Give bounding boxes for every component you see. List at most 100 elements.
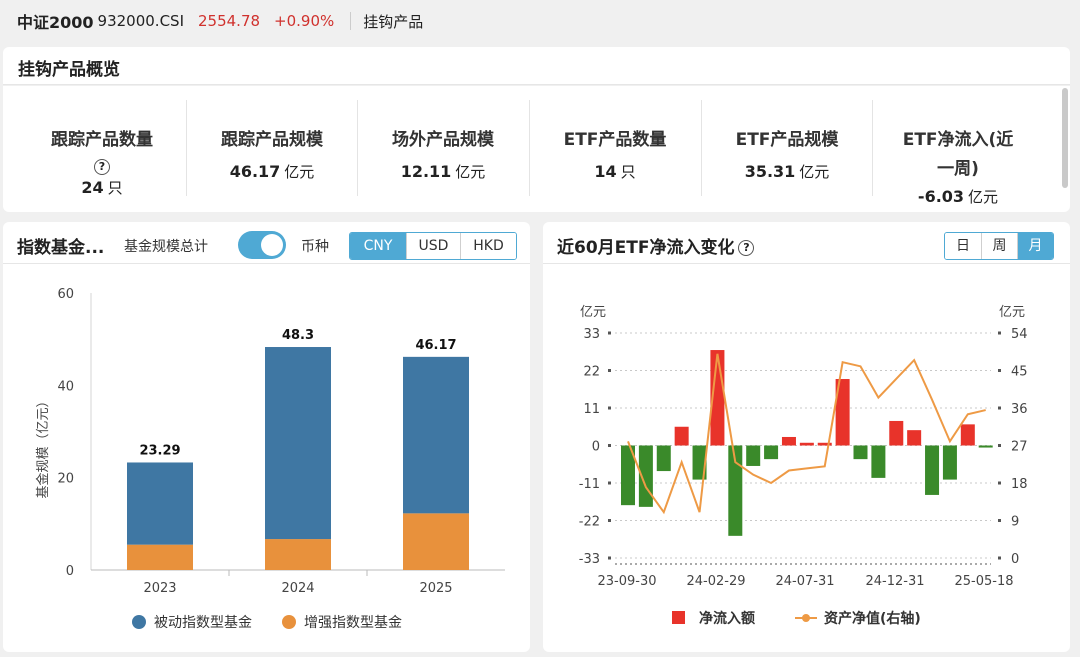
left-tick-marker — [608, 556, 611, 560]
left-tick-marker — [608, 406, 611, 410]
linked-products-tab[interactable]: 挂钩产品 — [363, 11, 423, 32]
total-size-toggle[interactable] — [238, 231, 286, 259]
net-inflow-bar — [960, 424, 975, 446]
right-y-tick-label: 9 — [1011, 515, 1019, 530]
total-size-label: 基金规模总计 — [124, 239, 208, 255]
legend-inflow-label: 净流入额 — [699, 610, 755, 627]
stat-tracking-size: 跟踪产品规模 46.17 亿元 — [187, 100, 357, 210]
x-tick-label: 24-07-31 — [775, 574, 834, 589]
overview-scrollbar[interactable] — [1062, 88, 1068, 188]
stat-tracking-count: 跟踪产品数量 ? 24 只 — [18, 100, 186, 210]
stat-unit: 亿元 — [455, 163, 486, 181]
x-tick-label: 23-09-30 — [597, 574, 656, 589]
left-y-tick-label: -11 — [579, 477, 600, 492]
left-y-tick-label: 11 — [583, 402, 600, 417]
stat-label: 跟踪产品规模 — [221, 130, 323, 150]
stat-value: 14 — [594, 162, 617, 181]
index-header: 中证2000 932000.CSI 2554.78 +0.90% 挂钩产品 — [0, 0, 1080, 42]
legend-nav-dot-icon — [802, 614, 810, 622]
index-price: 2554.78 — [198, 12, 261, 30]
right-y-tick-label: 27 — [1011, 440, 1028, 455]
stat-label: ETF产品数量 — [563, 130, 667, 150]
bar-total-label: 48.3 — [282, 328, 314, 343]
right-y-tick-label: 0 — [1011, 552, 1019, 567]
etf-card-title: 近60月ETF净流入变化 — [557, 238, 735, 258]
right-tick-marker — [998, 331, 1001, 335]
stat-label: 跟踪产品数量 — [51, 130, 153, 150]
left-tick-marker — [608, 369, 611, 372]
net-inflow-bar — [764, 445, 779, 460]
net-inflow-bar — [978, 445, 993, 448]
stat-unit: 亿元 — [968, 188, 999, 206]
fund-card-title: 指数基金... — [17, 238, 105, 258]
currency-selector: CNY USD HKD — [349, 232, 517, 260]
stat-unit: 只 — [107, 179, 123, 197]
right-tick-marker — [998, 369, 1001, 372]
period-month-button[interactable]: 月 — [1017, 233, 1053, 259]
left-y-tick-label: 0 — [592, 440, 600, 455]
net-inflow-bar — [746, 445, 761, 466]
y-tick-label: 0 — [66, 564, 74, 579]
period-day-button[interactable]: 日 — [945, 233, 981, 259]
etf-inflow-chart: 亿元 亿元 33 22 11 0 -11 -22 -33 54 45 36 27 18 9 0 23-09-30… — [579, 305, 1028, 627]
period-week-button[interactable]: 周 — [981, 233, 1017, 259]
bar-total-label: 23.29 — [139, 443, 180, 458]
net-inflow-bar — [907, 430, 922, 446]
currency-hkd-button[interactable]: HKD — [460, 233, 516, 259]
stat-etf-net-inflow: ETF净流入(近 一周) -6.03 亿元 — [873, 100, 1043, 210]
fund-size-card: 指数基金... 基金规模总计 币种 CNY USD HKD 0 20 40 60 基金规… — [3, 222, 530, 652]
bar-passive-2025 — [403, 356, 469, 514]
help-icon[interactable]: ? — [94, 159, 110, 175]
left-y-tick-label: 33 — [583, 327, 600, 342]
etf-card-header: 近60月ETF净流入变化? 日 周 月 — [543, 222, 1070, 264]
bar-enhanced-2024 — [265, 539, 331, 570]
header-divider — [350, 12, 352, 30]
left-y-tick-label: -33 — [579, 552, 600, 567]
stat-value: 12.11 — [400, 162, 452, 181]
period-selector: 日 周 月 — [944, 232, 1054, 260]
overview-header: 挂钩产品概览 — [3, 47, 1070, 85]
x-tick-label: 25-05-18 — [954, 574, 1013, 589]
right-tick-marker — [998, 556, 1001, 560]
stat-etf-count: ETF产品数量 14 只 — [530, 100, 700, 210]
legend-passive-icon — [132, 615, 146, 629]
bar-passive-2024 — [265, 347, 331, 540]
x-tick-label: 2025 — [419, 581, 452, 596]
stat-unit: 亿元 — [284, 163, 315, 181]
x-tick-label: 24-12-31 — [865, 574, 924, 589]
fund-card-header: 指数基金... 基金规模总计 币种 CNY USD HKD — [3, 222, 530, 264]
index-name: 中证2000 — [17, 13, 94, 32]
legend-inflow-icon — [672, 611, 685, 624]
legend-passive-label: 被动指数型基金 — [154, 614, 252, 631]
stat-unit: 亿元 — [799, 163, 830, 181]
bar-passive-2023 — [127, 462, 193, 545]
stat-otc-size: 场外产品规模 12.11 亿元 — [358, 100, 528, 210]
y-tick-label: 20 — [57, 472, 74, 487]
bar-total-label: 46.17 — [415, 338, 456, 353]
currency-cny-button[interactable]: CNY — [350, 233, 406, 259]
index-code: 932000.CSI — [97, 12, 184, 30]
right-tick-marker — [998, 406, 1001, 410]
left-tick-marker — [608, 444, 611, 447]
help-icon[interactable]: ? — [738, 240, 755, 256]
stat-value: -6.03 — [917, 187, 965, 206]
net-inflow-bar — [942, 445, 957, 480]
y-tick-label: 60 — [57, 287, 74, 302]
left-y-tick-label: -22 — [579, 515, 600, 530]
net-inflow-bar — [674, 426, 689, 446]
stat-label-line1: ETF净流入(近 — [902, 130, 1014, 150]
fund-size-chart: 0 20 40 60 基金规模（亿元） 23.29 2023 48.3 2024 46.17 202… — [35, 287, 505, 631]
stat-value: 35.31 — [744, 162, 796, 181]
left-tick-marker — [608, 519, 611, 522]
currency-usd-button[interactable]: USD — [406, 233, 460, 259]
net-inflow-bar — [781, 436, 796, 446]
etf-inflow-card: 近60月ETF净流入变化? 日 周 月 亿元 亿元 33 22 11 0 -11 -22 -33… — [543, 222, 1070, 652]
toggle-knob — [261, 234, 283, 256]
legend-enhanced-label: 增强指数型基金 — [304, 614, 402, 631]
x-tick-label: 24-02-29 — [686, 574, 745, 589]
stat-label: ETF产品规模 — [735, 130, 839, 150]
stat-value: 46.17 — [229, 162, 281, 181]
index-change-pct: +0.90% — [274, 12, 335, 30]
overview-title: 挂钩产品概览 — [18, 60, 120, 80]
net-inflow-bar — [871, 445, 886, 478]
